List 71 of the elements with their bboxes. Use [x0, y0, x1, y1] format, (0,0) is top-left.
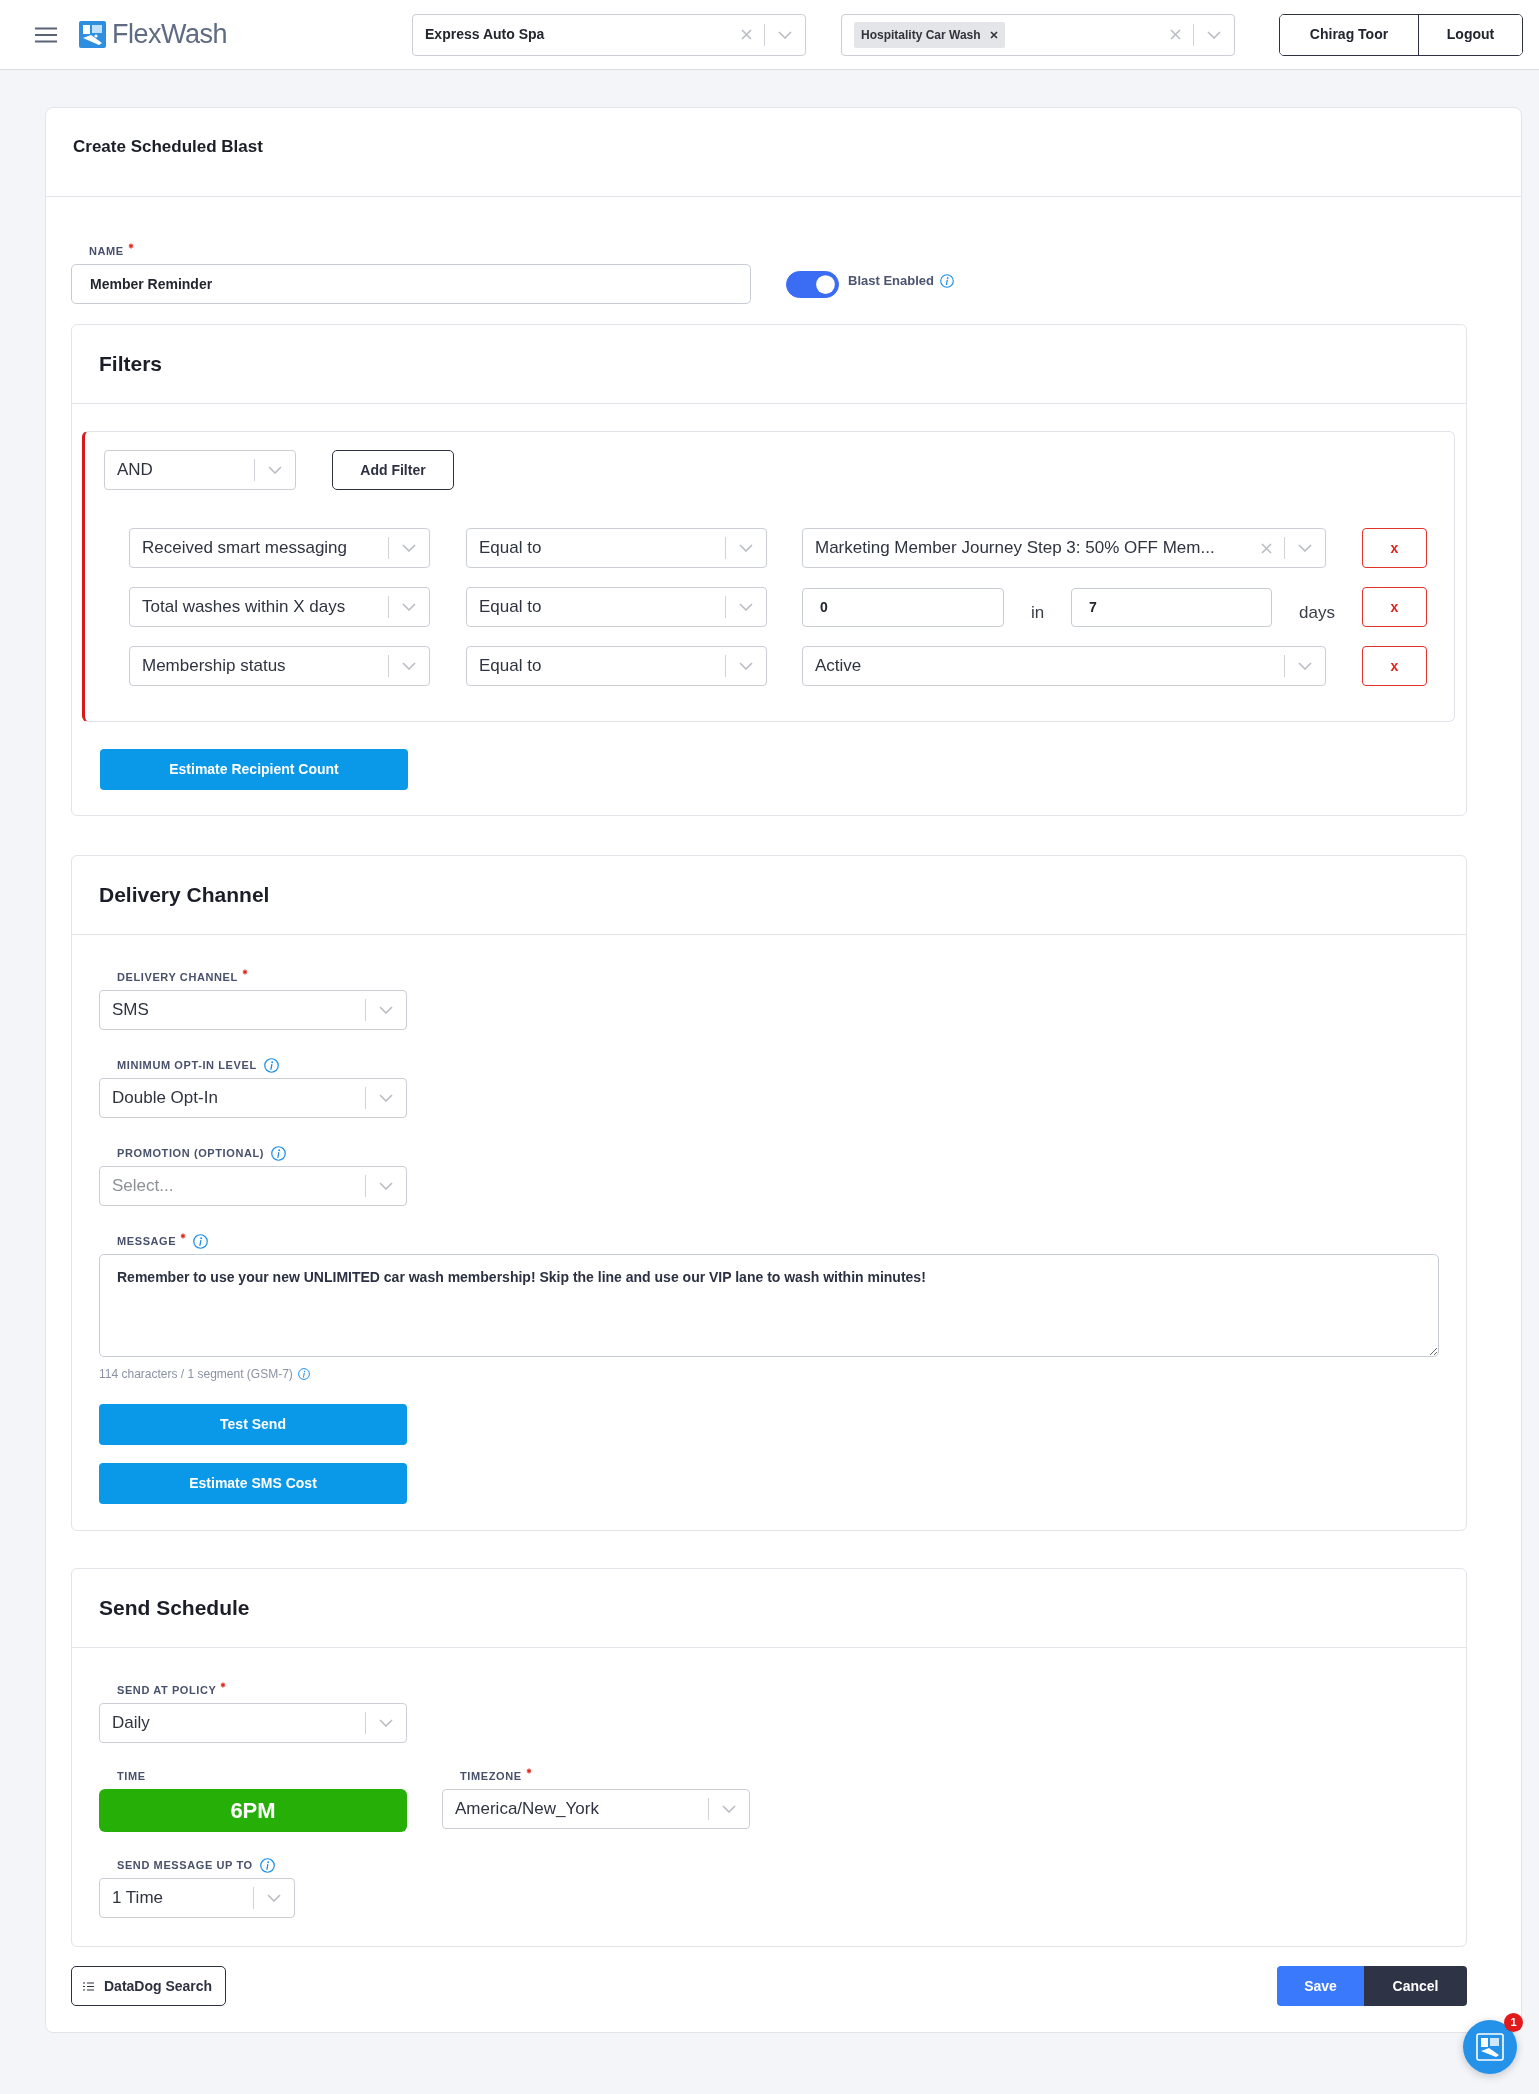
logo-icon: [1476, 2033, 1504, 2061]
toggle-label: Blast Enabled: [848, 272, 934, 291]
connector-text: in: [1029, 602, 1046, 625]
field-label: SEND AT POLICY: [117, 1683, 217, 1699]
remove-filter-button[interactable]: x: [1362, 587, 1427, 627]
brand-name: FlexWash: [112, 18, 228, 52]
field-label: PROMOTION (OPTIONAL): [117, 1146, 265, 1162]
number-input[interactable]: 7: [1071, 587, 1272, 627]
dropdown[interactable]: Hospitality Car Wash: [841, 13, 1236, 56]
chevron-icon: [1207, 30, 1222, 39]
dropdown[interactable]: SMS: [99, 990, 407, 1030]
field-label: MESSAGE: [117, 1234, 177, 1250]
remove-filter-button[interactable]: x: [1362, 646, 1427, 686]
chevron-icon: [379, 1719, 393, 1727]
field-label: TIMEZONE: [460, 1769, 522, 1785]
chevron-icon: [739, 662, 753, 670]
section-title: Filters: [99, 351, 163, 378]
dropdown[interactable]: Equal to: [466, 528, 767, 568]
menu-icon[interactable]: [35, 26, 57, 43]
chevron-icon: [739, 603, 753, 611]
message-textarea[interactable]: Remember to use your new UNLIMITED car wash membership! Skip the line and use our VIP lane to wash within minutes!: [99, 1254, 1439, 1357]
section-title: Delivery Channel: [99, 882, 270, 909]
dropdown[interactable]: Equal to: [466, 587, 767, 627]
remove-filter-button[interactable]: x: [1362, 528, 1427, 568]
dropdown[interactable]: AND: [104, 450, 296, 490]
number-input[interactable]: 0: [802, 587, 1004, 627]
field-label: MINIMUM OPT-IN LEVEL: [117, 1058, 257, 1074]
dropdown[interactable]: Daily: [99, 1703, 407, 1743]
dropdown[interactable]: Membership status: [129, 646, 430, 686]
dropdown[interactable]: Double Opt-In: [99, 1078, 407, 1118]
chevron-icon: [379, 1006, 393, 1014]
field-label: TIME: [117, 1769, 146, 1785]
chevron-icon: [1298, 662, 1312, 670]
chevron-icon: [267, 1894, 281, 1902]
dropdown[interactable]: Active: [802, 646, 1326, 686]
dropdown[interactable]: Equal to: [466, 646, 767, 686]
character-count: 114 characters / 1 segment (GSM-7): [99, 1366, 293, 1383]
list-icon: [83, 1981, 94, 1991]
chevron-icon: [379, 1182, 393, 1190]
section-title: Send Schedule: [99, 1595, 250, 1622]
chevron-icon: [739, 544, 753, 552]
location-tag[interactable]: Hospitality Car Wash: [854, 21, 1005, 48]
dropdown[interactable]: 1 Time: [99, 1878, 295, 1918]
logout-button[interactable]: Logout: [1418, 14, 1522, 55]
unit-text: days: [1298, 602, 1336, 625]
dropdown[interactable]: America/New_York: [442, 1789, 750, 1829]
chat-button[interactable]: [1463, 2020, 1517, 2074]
chevron-icon: [402, 603, 416, 611]
chevron-icon: [402, 544, 416, 552]
name-input[interactable]: Member Reminder: [71, 264, 751, 304]
blast-enabled-toggle[interactable]: [786, 270, 839, 298]
dropdown[interactable]: Marketing Member Journey Step 3: 50% OFF Mem...: [802, 528, 1326, 568]
dropdown[interactable]: Received smart messaging: [129, 528, 430, 568]
logo-icon: [79, 21, 106, 48]
field-label: NAME: [89, 244, 124, 260]
add-filter-button[interactable]: Add Filter: [332, 450, 454, 490]
save-button[interactable]: Save: [1277, 1966, 1364, 2006]
field-label: SEND MESSAGE UP TO: [117, 1858, 253, 1874]
chevron-icon: [722, 1805, 736, 1813]
dropdown[interactable]: Total washes within X days: [129, 587, 430, 627]
chevron-icon: [402, 662, 416, 670]
dropdown[interactable]: Express Auto Spa: [412, 13, 807, 56]
chevron-icon: [268, 466, 282, 474]
chevron-icon: [1298, 544, 1312, 552]
chevron-icon: [379, 1094, 393, 1102]
field-label: DELIVERY CHANNEL: [117, 970, 238, 986]
search-button[interactable]: DataDog Search: [71, 1966, 226, 2006]
page-title: Create Scheduled Blast: [73, 136, 263, 158]
chevron-icon: [778, 30, 793, 39]
cancel-button[interactable]: Cancel: [1364, 1966, 1467, 2006]
remove-icon[interactable]: [989, 30, 998, 39]
